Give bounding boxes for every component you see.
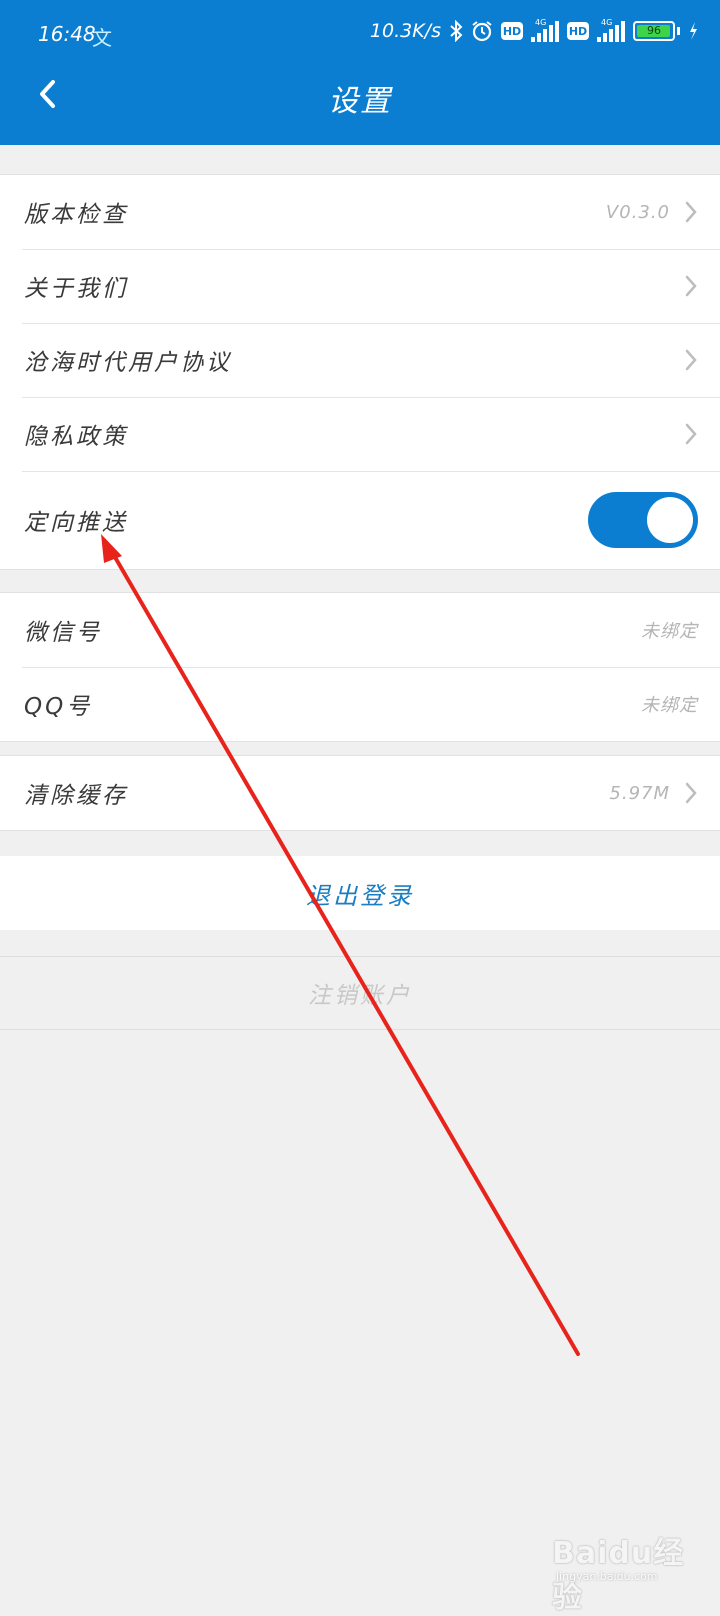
row-version-check[interactable]: 版本检查 V0.3.0 [0,175,720,249]
wechat-status: 未绑定 [641,621,698,642]
row-right [588,492,698,548]
row-right [684,422,698,446]
row-privacy-policy[interactable]: 隐私政策 [0,397,720,471]
watermark-sub: jingyan.baidu.com [556,1570,658,1583]
alarm-icon [471,20,493,42]
signal-strength-icon-2: 4G [597,18,625,42]
cancel-account-button[interactable]: 注销账户 [0,956,720,1030]
signal-strength-icon-1: 4G [531,18,559,42]
row-right [684,274,698,298]
settings-group-binding: 微信号 未绑定 QQ号 未绑定 [0,592,720,742]
network-type-label-1: 4G [535,18,547,27]
chevron-right-icon [684,348,698,372]
app-header: 16:48 文 10.3K/s HD 4G HD 4G 96 设置 [0,0,720,145]
network-speed: 10.3K/s [369,20,441,42]
row-clear-cache[interactable]: 清除缓存 5.97M [0,756,720,830]
chevron-right-icon [684,422,698,446]
row-user-agreement[interactable]: 沧海时代用户协议 [0,323,720,397]
hd-voice-icon: HD [501,22,523,40]
toggle-knob [647,497,693,543]
battery-icon: 96 [633,21,675,41]
row-qq[interactable]: QQ号 未绑定 [0,667,720,741]
bluetooth-icon [449,20,463,42]
row-label: 清除缓存 [24,783,128,809]
qq-status: 未绑定 [641,695,698,716]
targeted-push-toggle[interactable] [588,492,698,548]
battery-level: 96 [647,24,661,37]
row-about-us[interactable]: 关于我们 [0,249,720,323]
row-label: 沧海时代用户协议 [24,350,232,376]
row-label: 定向推送 [24,510,128,536]
baidu-watermark: Baidu经验 jingyan.baidu.com [552,1520,712,1615]
chevron-right-icon [684,781,698,805]
row-right [684,348,698,372]
battery-cap [677,27,680,35]
status-time: 16:48 [38,22,96,46]
logout-button[interactable]: 退出登录 [0,856,720,930]
chevron-right-icon [684,274,698,298]
page-title: 设置 [328,84,392,119]
row-right: 未绑定 [641,617,698,643]
chevron-right-icon [684,200,698,224]
hd-voice-icon-2: HD [567,22,589,40]
input-method-indicator: 文 [92,26,112,50]
charging-icon [688,21,698,41]
row-label: 微信号 [24,620,102,646]
network-type-label-2: 4G [601,18,613,27]
version-value: V0.3.0 [605,201,670,223]
row-targeted-push: 定向推送 [0,471,720,569]
row-wechat[interactable]: 微信号 未绑定 [0,593,720,667]
row-label: QQ号 [24,694,93,720]
row-right: V0.3.0 [606,200,698,224]
row-right: 未绑定 [641,691,698,717]
row-label: 隐私政策 [24,424,128,450]
settings-group-about: 版本检查 V0.3.0 关于我们 沧海时代用户协议 隐私政策 定向推送 [0,174,720,570]
settings-group-cache: 清除缓存 5.97M [0,755,720,831]
row-label: 版本检查 [24,202,128,228]
row-right: 5.97M [609,781,698,805]
status-icons: 10.3K/s HD 4G HD 4G 96 [369,18,698,42]
status-bar: 16:48 文 10.3K/s HD 4G HD 4G 96 [0,18,720,54]
cache-size: 5.97M [609,782,670,804]
row-label: 关于我们 [24,276,128,302]
